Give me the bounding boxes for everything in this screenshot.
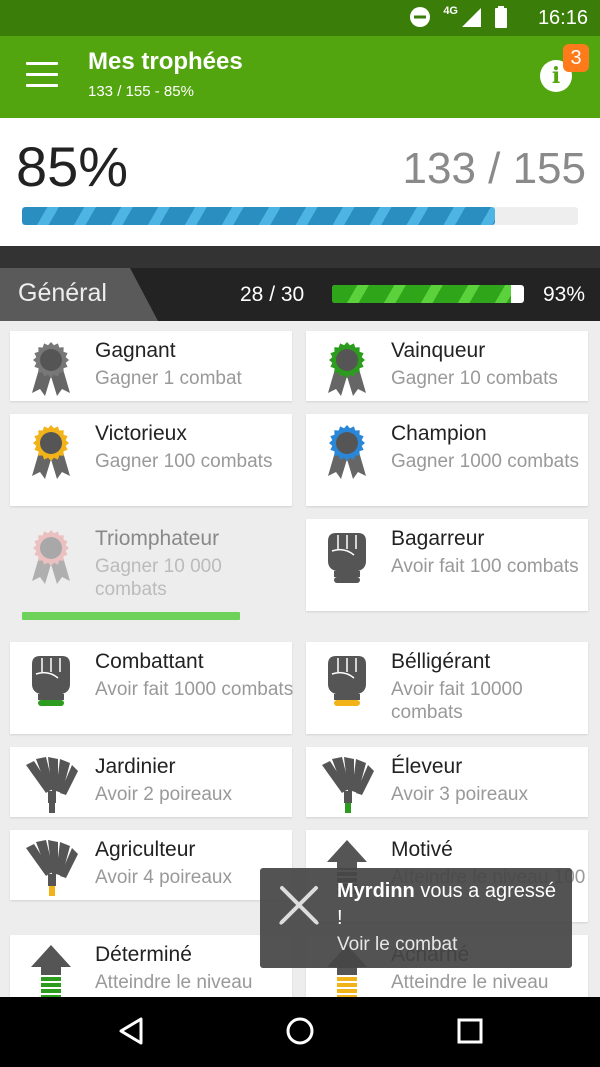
trophy-card[interactable]: Agriculteur Avoir 4 poireaux — [10, 830, 292, 900]
notification-badge[interactable]: 3 — [563, 44, 589, 72]
trophy-name: Champion — [391, 422, 487, 445]
trophy-description: Atteindre le niveau — [95, 972, 253, 993]
trophy-card[interactable]: Bagarreur Avoir fait 100 combats — [306, 519, 588, 611]
arrow-up-icon — [24, 943, 78, 1003]
trophy-description: Gagner 1000 combats — [391, 451, 580, 472]
trophy-card[interactable]: Vainqueur Gagner 10 combats — [306, 331, 588, 401]
trophy-card[interactable]: Combattant Avoir fait 1000 combats — [10, 642, 294, 734]
trophy-name: Victorieux — [95, 422, 187, 445]
trophy-description: Gagner 100 combats — [95, 451, 273, 472]
ribbon-icon — [320, 422, 374, 482]
trophy-name: Agriculteur — [95, 838, 196, 861]
trophy-name: Gagnant — [95, 339, 176, 362]
trophy-card[interactable]: Déterminé Atteindre le niveau — [10, 935, 292, 1005]
menu-icon[interactable] — [26, 62, 58, 88]
crossed-swords-icon — [278, 886, 320, 926]
trophy-name: Motivé — [391, 838, 453, 861]
leek-icon — [24, 755, 78, 815]
trophy-name: Éleveur — [391, 755, 463, 778]
trophy-description: Avoir 2 poireaux — [95, 784, 232, 805]
ribbon-icon — [24, 527, 78, 587]
ribbon-icon — [24, 422, 78, 482]
category-percent: 93% — [543, 283, 586, 306]
page-title: Mes trophées — [88, 48, 243, 75]
trophy-name: Bélligérant — [391, 650, 491, 673]
fist-icon — [320, 527, 374, 587]
trophy-description: Avoir 3 poireaux — [391, 784, 528, 805]
summary-progress-fill — [22, 207, 495, 225]
trophy-name: Déterminé — [95, 943, 192, 966]
trophy-name: Vainqueur — [391, 339, 486, 362]
signal-icon — [462, 8, 481, 27]
category-progress-bar — [332, 285, 524, 303]
trophy-card[interactable]: Triomphateur Gagner 10 000 combats — [10, 519, 292, 624]
battery-icon — [495, 6, 507, 28]
toast-message: Myrdinn vous a agressé ! — [337, 878, 557, 932]
trophy-description: Gagner 10 combats — [391, 368, 558, 389]
trophy-description: Gagner 10 000 combats — [95, 556, 222, 600]
home-icon[interactable] — [285, 1016, 315, 1046]
do-not-disturb-icon — [410, 7, 431, 27]
leek-icon — [24, 838, 78, 898]
page-subtitle: 133 / 155 - 85% — [88, 83, 194, 100]
app-bar: Mes trophées 133 / 155 - 85% i 3 — [0, 36, 600, 118]
trophy-description: Gagner 1 combat — [95, 368, 242, 389]
trophy-name: Jardinier — [95, 755, 176, 778]
trophy-progress-bar — [22, 612, 240, 620]
summary-count: 133 / 155 — [402, 144, 587, 193]
leek-icon — [320, 755, 374, 815]
trophy-description: Avoir fait 100 combats — [391, 556, 579, 577]
category-progress-fill — [332, 285, 511, 303]
trophy-name: Bagarreur — [391, 527, 485, 550]
trophy-card[interactable]: Éleveur Avoir 3 poireaux — [306, 747, 588, 817]
trophy-description: Avoir fait 10000 combats — [391, 679, 523, 723]
trophy-name: Combattant — [95, 650, 204, 673]
category-count: 28 / 30 — [240, 283, 305, 306]
view-fight-link[interactable]: Voir le combat — [337, 934, 457, 956]
ribbon-icon — [24, 339, 78, 399]
fist-icon — [24, 650, 78, 710]
summary-percent: 85% — [16, 135, 129, 198]
trophy-card[interactable]: Jardinier Avoir 2 poireaux — [10, 747, 292, 817]
trophy-card[interactable]: Champion Gagner 1000 combats — [306, 414, 588, 506]
divider — [0, 246, 600, 268]
back-icon[interactable] — [117, 1016, 147, 1046]
trophy-card[interactable]: Victorieux Gagner 100 combats — [10, 414, 292, 506]
trophy-summary: 85% 133 / 155 — [0, 118, 600, 246]
toast-user[interactable]: Myrdinn — [337, 880, 415, 902]
category-name: Général — [18, 279, 107, 307]
trophy-card[interactable]: Bélligérant Avoir fait 10000 combats — [306, 642, 588, 734]
trophy-description: Atteindre le niveau — [391, 972, 549, 993]
ribbon-icon — [320, 339, 374, 399]
summary-progress-bar — [22, 207, 578, 225]
status-bar: 4G 16:16 — [0, 0, 600, 36]
clock: 16:16 — [537, 7, 588, 29]
recents-icon[interactable] — [455, 1016, 485, 1046]
trophy-card[interactable]: Gagnant Gagner 1 combat — [10, 331, 292, 401]
system-nav-bar — [0, 997, 600, 1067]
trophy-name: Triomphateur — [95, 527, 220, 550]
trophy-description: Avoir fait 1000 combats — [95, 679, 294, 700]
notification-toast[interactable]: Myrdinn vous a agressé ! Voir le combat — [260, 868, 572, 968]
network-type-label: 4G — [443, 5, 458, 17]
fist-icon — [320, 650, 374, 710]
category-header[interactable]: Général 28 / 30 93% — [0, 268, 600, 321]
